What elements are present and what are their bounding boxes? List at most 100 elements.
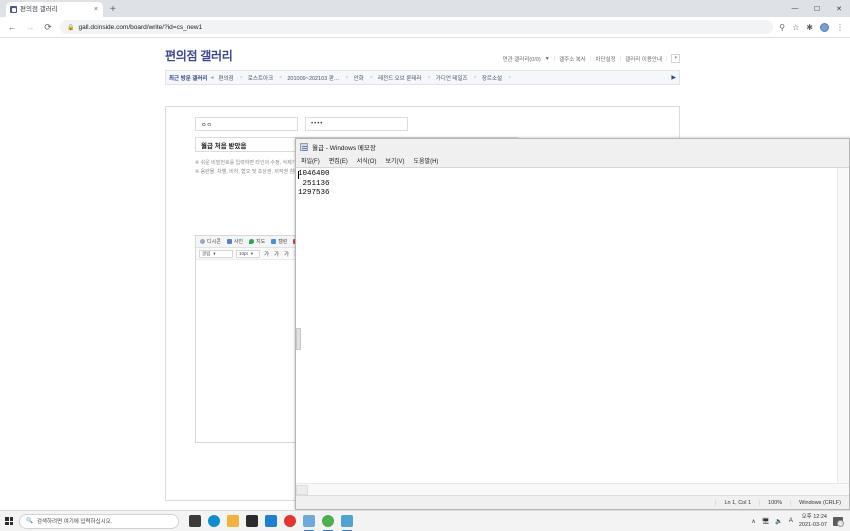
lock-icon: 🔒: [67, 24, 75, 31]
close-tab-icon[interactable]: ×: [93, 6, 99, 13]
close-tab-icon[interactable]: ×: [508, 75, 511, 81]
maximize-button[interactable]: ☐: [806, 0, 828, 17]
password-key-icon[interactable]: ⚲: [779, 23, 785, 32]
divider: |: [619, 55, 622, 62]
notepad-content: 1046400 251136 1297536: [298, 170, 330, 197]
prev-tab-icon[interactable]: ◄: [209, 75, 214, 81]
gallery-tab-4[interactable]: 레전드 오브 룬테라 ×: [378, 74, 436, 82]
gallery-tab-3[interactable]: 안화 ×: [354, 74, 378, 82]
address-bar[interactable]: 🔒 gall.dcinside.com/board/write/?id=cs_n…: [60, 20, 774, 34]
ime-icon[interactable]: A: [789, 518, 793, 524]
encoding-label: Windows (CRLF): [790, 499, 849, 506]
gallery-header: 편의점 갤러리 연관 갤러리(0/0) ▼ | 갤주소 복사 | 차단설정 | …: [165, 38, 680, 71]
gallery-tab-label: 레전드 오브 룬테라: [377, 75, 422, 82]
notepad-title-bar[interactable]: 월급 - Windows 메모장: [296, 139, 849, 154]
menu-file[interactable]: 파일(F): [301, 156, 320, 165]
reload-icon[interactable]: ⟳: [42, 22, 54, 33]
dccon-icon: [200, 239, 205, 244]
tab-favicon-icon: [10, 6, 17, 13]
mail-icon[interactable]: [265, 515, 277, 527]
back-icon[interactable]: ←: [6, 22, 18, 32]
opera-icon[interactable]: [284, 515, 296, 527]
extensions-icon[interactable]: ✱: [806, 23, 813, 32]
gallery-tab-6[interactable]: 장르소설 ×: [482, 74, 516, 82]
close-tab-icon[interactable]: ×: [428, 75, 431, 81]
close-tab-icon[interactable]: ×: [279, 75, 282, 81]
notepad-taskbar-icon[interactable]: [341, 515, 353, 531]
insert-map-button[interactable]: 지도: [249, 238, 265, 245]
chrome-menu-icon[interactable]: ⋮: [836, 23, 844, 32]
gallery-tab-label: 로스트아크: [247, 75, 274, 82]
search-placeholder: 검색하려면 여기에 입력하십시오.: [36, 519, 113, 525]
notepad-vertical-scrollbar[interactable]: [837, 168, 849, 483]
notepad-icon: [300, 142, 308, 151]
chevron-down-icon: ▾: [213, 250, 216, 256]
insert-calendar-label: 캘린: [278, 239, 288, 245]
related-gallery-link[interactable]: 연관 갤러리(0/0): [503, 55, 541, 63]
chevron-down-icon: ▾: [250, 250, 254, 256]
underline-button[interactable]: 가: [283, 250, 290, 258]
divider: |: [589, 55, 592, 62]
close-tab-icon[interactable]: ×: [240, 75, 243, 81]
browser-tab[interactable]: 편의점 갤러리 ×: [6, 2, 103, 17]
gallery-guide-link[interactable]: 갤러리 이용안내: [625, 55, 662, 63]
nickname-input[interactable]: ㅇㅇ: [195, 117, 298, 131]
close-window-button[interactable]: ✕: [828, 0, 850, 17]
clock[interactable]: 오후 12:24 2021-03-07: [799, 513, 827, 529]
font-family-select[interactable]: 굴림 ▾: [199, 249, 233, 258]
menu-format[interactable]: 서식(O): [357, 156, 377, 165]
notification-icon[interactable]: [833, 516, 844, 527]
gallery-tab-1[interactable]: 로스트아크 ×: [248, 74, 288, 82]
tray-chevron-icon[interactable]: ∧: [751, 518, 755, 525]
close-tab-icon[interactable]: ×: [370, 75, 373, 81]
minimize-button[interactable]: —: [784, 0, 806, 17]
collapse-header-button[interactable]: ▾: [671, 54, 680, 63]
volume-icon[interactable]: 🔈: [775, 518, 782, 525]
copy-address-link[interactable]: 갤주소 복사: [559, 55, 586, 63]
taskbar-search-input[interactable]: 🔍 검색하려면 여기에 입력하십시오.: [19, 513, 179, 529]
password-input[interactable]: ••••: [305, 117, 408, 131]
start-button[interactable]: [3, 511, 15, 531]
zoom-level: 100%: [759, 499, 790, 506]
network-icon[interactable]: 🖥: [762, 518, 770, 525]
gallery-tab-2[interactable]: 201009~202103 판… ×: [287, 74, 353, 82]
menu-help[interactable]: 도움말(H): [414, 156, 439, 165]
notepad-window[interactable]: 월급 - Windows 메모장 파일(F) 편집(E) 서식(O) 보기(V)…: [295, 138, 850, 510]
notepad-horizontal-scrollbar[interactable]: [296, 483, 849, 495]
close-tab-icon[interactable]: ×: [474, 75, 477, 81]
task-view-icon[interactable]: [189, 515, 201, 527]
italic-button[interactable]: 가: [273, 250, 280, 258]
font-family-value: 굴림: [202, 250, 211, 256]
menu-edit[interactable]: 편집(E): [329, 156, 348, 165]
next-tab-icon[interactable]: ▶: [671, 74, 676, 81]
gallery-tab-0[interactable]: 편의점 ×: [218, 74, 247, 82]
notepad-text-area[interactable]: 1046400 251136 1297536: [296, 167, 849, 483]
block-settings-link[interactable]: 차단설정: [595, 55, 615, 63]
new-tab-button[interactable]: +: [110, 5, 116, 15]
window-resize-handle[interactable]: [296, 328, 301, 350]
bold-button[interactable]: 가: [263, 250, 270, 258]
profile-avatar[interactable]: [820, 22, 829, 32]
insert-photo-button[interactable]: 사진: [226, 238, 243, 245]
bookmark-star-icon[interactable]: ☆: [792, 23, 799, 32]
scrollbar-thumb[interactable]: [296, 485, 308, 495]
subject-value: 월급 처음 받았음: [201, 142, 247, 150]
edge-icon[interactable]: [208, 515, 220, 527]
gallery-title: 편의점 갤러리: [165, 49, 233, 63]
insert-dccon-button[interactable]: 디시콘: [200, 238, 221, 245]
menu-view[interactable]: 보기(V): [385, 156, 404, 165]
windows-taskbar: 🔍 검색하려면 여기에 입력하십시오. ∧ 🖥 🔈 A 오후 12:24 202…: [0, 510, 850, 531]
chevron-down-icon[interactable]: ▼: [545, 56, 550, 62]
tab-strip: 편의점 갤러리 × + — ☐ ✕: [0, 0, 850, 17]
store-icon[interactable]: [246, 515, 258, 527]
close-tab-icon[interactable]: ×: [345, 75, 348, 81]
chrome-icon[interactable]: [322, 515, 334, 531]
file-explorer-icon[interactable]: [227, 515, 239, 527]
gallery-tab-label: 안화: [353, 75, 364, 82]
font-size-select[interactable]: 10pt ▾: [236, 249, 260, 258]
gallery-tab-label: 가디언 테일즈: [435, 75, 468, 82]
photos-icon[interactable]: [303, 515, 315, 531]
gallery-tab-5[interactable]: 가디언 테일즈 ×: [436, 74, 482, 82]
forward-icon[interactable]: →: [24, 22, 36, 32]
insert-calendar-button[interactable]: 캘린: [271, 238, 287, 245]
